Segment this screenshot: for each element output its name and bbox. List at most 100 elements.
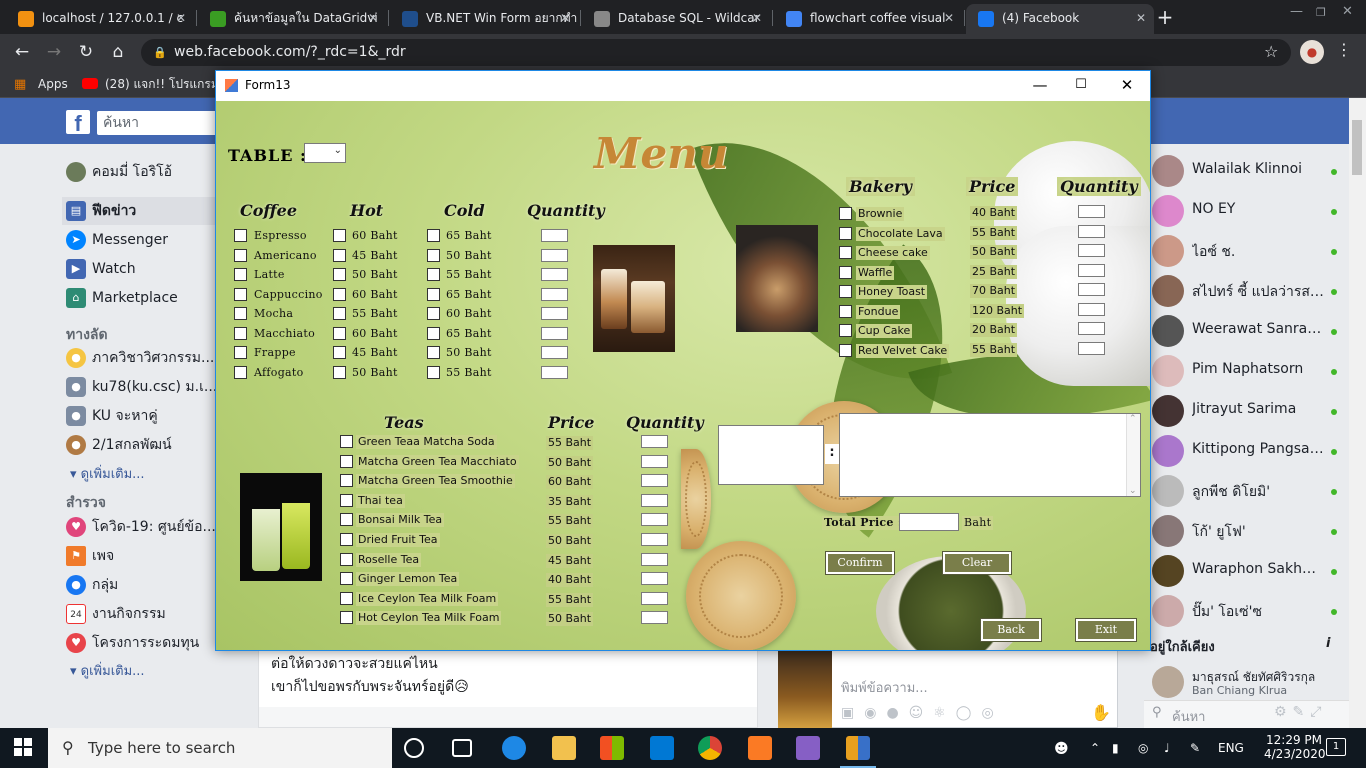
coffee-cold-checkbox[interactable] (427, 229, 440, 242)
tea-checkbox[interactable] (340, 572, 353, 586)
scrollbar-thumb[interactable] (1352, 120, 1362, 175)
chat-search-bar[interactable]: ⚲ ค้นหา ⚙✎⤢ (1144, 700, 1349, 728)
contact-item[interactable]: Kittipong Pangsan... (1150, 433, 1345, 469)
coffee-cold-checkbox[interactable] (427, 326, 440, 340)
contact-item[interactable]: สไปทร์ ซี้ แปลว่ารสจัด (1150, 273, 1345, 309)
bakery-quantity-input[interactable] (1078, 263, 1105, 277)
tea-checkbox[interactable] (340, 474, 353, 488)
address-bar[interactable]: 🔒 web.facebook.com/?_rdc=1&_rdr (141, 39, 1291, 66)
tea-quantity-input[interactable] (641, 454, 668, 468)
scroll-down-icon[interactable]: ⌄ (1129, 486, 1137, 496)
reload-icon[interactable]: ↻ (76, 42, 96, 62)
explore-item[interactable]: ♥ โครงการระดมทุน (66, 631, 216, 655)
order-summary-textbox[interactable]: ⌃ ⌄ (839, 413, 1141, 497)
close-tab-icon[interactable]: ✕ (1136, 4, 1146, 32)
coffee-checkbox[interactable] (234, 229, 247, 242)
mail-icon[interactable] (650, 736, 674, 760)
contact-item[interactable]: Pim Naphatsorn (1150, 353, 1345, 389)
coffee-hot-checkbox[interactable] (333, 268, 346, 281)
coffee-cold-checkbox[interactable] (427, 307, 440, 320)
see-more-explore[interactable]: ▾ ดูเพิ่มเติม... (70, 660, 145, 681)
explore-item[interactable]: ♥ โควิด-19: ศูนย์ข้อ... (66, 515, 216, 539)
like-icon[interactable]: ✋ (1091, 703, 1111, 722)
nav-messenger[interactable]: ➤ Messenger (66, 228, 216, 252)
coffee-cold-checkbox[interactable] (427, 287, 440, 301)
clock[interactable]: 12:29 PM 4/23/2020 (1264, 733, 1326, 761)
coffee-checkbox[interactable] (234, 365, 247, 379)
people-icon[interactable]: ☻ (1054, 741, 1069, 757)
bakery-quantity-input[interactable] (1078, 322, 1105, 335)
coffee-quantity-input[interactable] (541, 365, 568, 379)
tea-checkbox[interactable] (340, 611, 353, 625)
coffee-quantity-input[interactable] (541, 287, 568, 301)
nav-news-feed[interactable]: ▤ ฟีดข่าว (66, 199, 216, 223)
tea-checkbox[interactable] (340, 454, 353, 468)
chat-toolbar-icons[interactable]: ▣◉●☺⚛◯◎ (841, 705, 1004, 721)
bakery-checkbox[interactable] (839, 324, 852, 337)
tea-quantity-input[interactable] (641, 493, 668, 507)
language-indicator[interactable]: ENG (1218, 741, 1244, 755)
clear-button[interactable]: Clear (942, 551, 1012, 575)
explore-item[interactable]: ● กลุ่ม (66, 573, 216, 597)
coffee-hot-checkbox[interactable] (333, 287, 346, 301)
close-tab-icon[interactable]: ✕ (560, 4, 570, 32)
bakery-quantity-input[interactable] (1078, 224, 1105, 238)
show-hidden-icons[interactable]: ⌃ (1090, 741, 1100, 755)
close-tab-icon[interactable]: ✕ (368, 4, 378, 32)
bakery-quantity-input[interactable] (1078, 205, 1105, 218)
info-icon[interactable]: i (1326, 636, 1330, 651)
coffee-quantity-input[interactable] (541, 307, 568, 320)
file-explorer-icon[interactable] (552, 736, 576, 760)
coffee-cold-checkbox[interactable] (427, 268, 440, 281)
nav-watch[interactable]: ▶ Watch (66, 257, 216, 281)
bakery-quantity-input[interactable] (1078, 244, 1105, 257)
coffee-checkbox[interactable] (234, 307, 247, 320)
shortcut-item[interactable]: ● ku78(ku.csc) ม.เ... (66, 375, 216, 399)
bakery-checkbox[interactable] (839, 207, 852, 220)
total-price-input[interactable] (899, 513, 959, 531)
nearby-contact[interactable]: มาธุสรณ์ ชัยทัศศิริวรกุล Ban Chiang Klru… (1150, 664, 1345, 700)
start-windows-icon[interactable] (14, 738, 32, 756)
back-arrow-icon[interactable]: ← (12, 42, 32, 62)
shortcut-item[interactable]: ● ภาควิชาวิศวกรรม... (66, 346, 216, 370)
coffee-hot-checkbox[interactable] (333, 326, 346, 340)
contact-item[interactable]: ไอซ์ ช. (1150, 233, 1345, 269)
coffee-quantity-input[interactable] (541, 229, 568, 242)
tea-checkbox[interactable] (340, 435, 353, 448)
close-tab-icon[interactable]: ✕ (944, 4, 954, 32)
tea-checkbox[interactable] (340, 533, 353, 546)
shortcut-item[interactable]: ● KU จะหาคู่ (66, 404, 216, 428)
profile-avatar[interactable]: ● (1300, 40, 1324, 64)
table-number-box[interactable] (718, 425, 824, 485)
new-tab-button[interactable]: + (1152, 4, 1178, 30)
browser-tab[interactable]: Database SQL - Wildcar ✕ (582, 4, 770, 34)
browser-tab[interactable]: ค้นหาข้อมูลใน DataGridvi ✕ (198, 4, 386, 34)
chrome-icon[interactable] (698, 736, 722, 760)
coffee-cold-checkbox[interactable] (427, 346, 440, 359)
bakery-checkbox[interactable] (839, 265, 852, 279)
coffee-quantity-input[interactable] (541, 326, 568, 340)
coffee-hot-checkbox[interactable] (333, 229, 346, 242)
chat-settings-icons[interactable]: ⚙✎⤢ (1274, 704, 1327, 720)
form-maximize-icon[interactable]: ☐ (1071, 75, 1091, 95)
close-tab-icon[interactable]: ✕ (176, 4, 186, 32)
coffee-hot-checkbox[interactable] (333, 307, 346, 320)
tea-quantity-input[interactable] (641, 552, 668, 566)
bakery-quantity-input[interactable] (1078, 341, 1105, 355)
tea-quantity-input[interactable] (641, 435, 668, 448)
tea-checkbox[interactable] (340, 513, 353, 527)
forward-arrow-icon[interactable]: → (44, 42, 64, 62)
browser-tab[interactable]: localhost / 127.0.0.1 / c ✕ (6, 4, 194, 34)
cortana-icon[interactable] (404, 738, 424, 758)
bakery-checkbox[interactable] (839, 246, 852, 259)
coffee-checkbox[interactable] (234, 346, 247, 359)
contact-item[interactable]: Waraphon Sakhon... (1150, 553, 1345, 589)
minimize-window-icon[interactable]: — (1290, 4, 1303, 19)
nav-marketplace[interactable]: ⌂ Marketplace (66, 286, 216, 310)
contact-item[interactable]: Walailak Klinnoi (1150, 153, 1345, 189)
bakery-checkbox[interactable] (839, 285, 852, 298)
coffee-hot-checkbox[interactable] (333, 248, 346, 262)
tea-quantity-input[interactable] (641, 572, 668, 586)
contact-item[interactable]: ปั๊ม' โอเซ่'ซ (1150, 593, 1345, 629)
chrome-menu-icon[interactable]: ⋮ (1336, 40, 1352, 59)
